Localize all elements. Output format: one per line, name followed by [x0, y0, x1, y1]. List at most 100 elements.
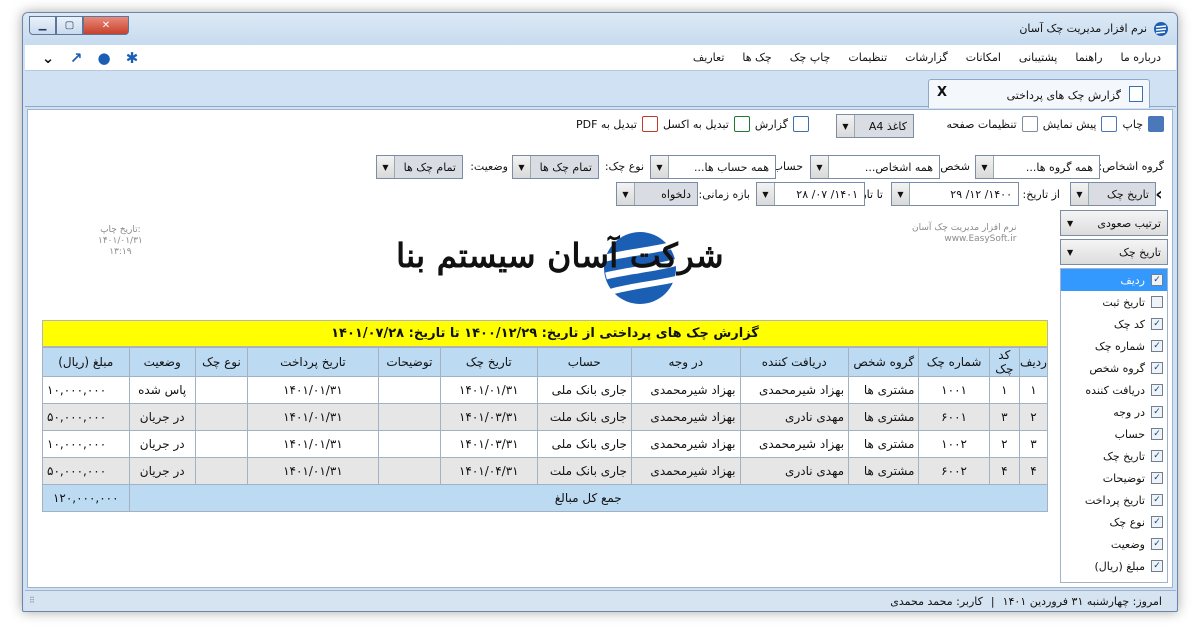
table-cell [377, 430, 442, 458]
status-select[interactable]: ▼ تمام چک ها [376, 155, 463, 179]
checkbox[interactable]: ✓ [1151, 406, 1163, 418]
tab-check-payments-report[interactable]: گزارش چک های پرداختی X [928, 79, 1150, 108]
chevron-down-icon[interactable]: ⌄ [39, 49, 57, 67]
chevron-down-icon: ▼ [1067, 219, 1074, 228]
column-option-label: در وجه [1113, 406, 1145, 419]
close-window-button[interactable]: ✕ [83, 16, 129, 35]
menu-icon-group: ⌄ ↗ ● ✱ [39, 49, 141, 67]
column-header: حساب [536, 347, 632, 377]
column-option[interactable]: ✓ تاریخ پرداخت [1061, 489, 1167, 511]
checkbox[interactable]: ✓ [1151, 274, 1163, 286]
total-label: جمع کل مبالغ [128, 484, 1049, 512]
column-option[interactable]: ✓ نوع چک [1061, 511, 1167, 533]
table-cell: ۱۰۰۲ [918, 430, 990, 458]
website: www.EasySoft.ir [944, 234, 1017, 244]
column-option-label: ردیف [1120, 274, 1145, 287]
close-tab-icon[interactable]: X [937, 85, 947, 100]
column-option[interactable]: تاریخ ثبت [1061, 291, 1167, 313]
menu-item-support[interactable]: پشتیبانی [1010, 51, 1066, 64]
gear-icon[interactable]: ✱ [123, 49, 141, 67]
account-select[interactable]: ▼ همه حساب ها... [650, 155, 776, 179]
from-date-label: از تاریخ: [1022, 188, 1060, 201]
checkbox[interactable]: ✓ [1151, 428, 1163, 440]
menu-item-print-check[interactable]: چاپ چک [781, 51, 840, 64]
checkbox[interactable]: ✓ [1151, 318, 1163, 330]
menu-item-about[interactable]: درباره ما [1112, 51, 1170, 64]
column-option-label: وضعیت [1110, 538, 1145, 551]
from-date-input[interactable]: ▼ ۱۴۰۰/ ۱۲/ ۲۹ [891, 182, 1019, 206]
print-button[interactable]: چاپ [1122, 118, 1143, 131]
person-group-select[interactable]: ▼ همه گروه ها... [975, 155, 1100, 179]
table-row[interactable]: ۲ ۳ ۶۰۰۱ مشتری ها مهدی نادری بهزاد شیرمحمدی جا… [42, 403, 1049, 431]
column-option-label: گروه شخص [1089, 362, 1145, 375]
table-cell: ۳ [988, 403, 1020, 431]
column-option[interactable]: ✓ تاریخ چک [1061, 445, 1167, 467]
checkbox[interactable]: ✓ [1151, 384, 1163, 396]
column-option[interactable]: ✓ شماره چک [1061, 335, 1167, 357]
table-cell: مهدی نادری [739, 457, 850, 485]
checkbox[interactable]: ✓ [1151, 340, 1163, 352]
checkbox[interactable]: ✓ [1151, 516, 1163, 528]
preview-button[interactable]: پیش نمایش [1043, 118, 1097, 131]
menu-item-help[interactable]: راهنما [1066, 51, 1111, 64]
check-type-select[interactable]: ▼ تمام چک ها [512, 155, 599, 179]
table-row[interactable]: ۳ ۲ ۱۰۰۲ مشتری ها بهزاد شیرمحمدی بهزاد شیرمحم… [42, 430, 1049, 458]
resize-grip-icon[interactable]: ⠿ [29, 596, 35, 605]
table-row[interactable]: ۱ ۱ ۱۰۰۱ مشتری ها بهزاد شیرمحمدی بهزاد شیرمحم… [42, 376, 1049, 404]
print-time: ۱۳:۱۹ [109, 247, 132, 257]
pdf-icon [641, 116, 658, 132]
chevron-down-icon: ▼ [811, 156, 829, 178]
column-option[interactable]: ✓ توضیحات [1061, 467, 1167, 489]
checkbox[interactable]: ✓ [1151, 362, 1163, 374]
chevron-down-icon: ▼ [513, 156, 531, 178]
menu-item-definitions[interactable]: تعاریف [684, 51, 733, 64]
table-header-row: ردیف کد چک شماره چک گروه شخص دریافت کننده در … [42, 347, 1049, 377]
minimize-button[interactable]: ▁ [29, 16, 56, 35]
column-option[interactable]: ✓ گروه شخص [1061, 357, 1167, 379]
page-settings-button[interactable]: تنظیمات صفحه [947, 118, 1017, 131]
table-cell [377, 457, 442, 485]
table-cell: ۱۴۰۱/۰۴/۳۱ [440, 457, 538, 485]
menu-item-settings[interactable]: تنظیمات [839, 51, 896, 64]
table-cell: ۱ [988, 376, 1020, 404]
to-date-input[interactable]: ▼ ۱۴۰۱/ ۰۷/ ۲۸ [756, 182, 865, 206]
checkbox[interactable]: ✓ [1151, 560, 1163, 572]
column-option[interactable]: ✓ دریافت کننده [1061, 379, 1167, 401]
pdf-export-button[interactable]: تبدیل به PDF [576, 118, 637, 131]
excel-export-button[interactable]: تبدیل به اکسل [663, 118, 729, 131]
table-row[interactable]: ۴ ۴ ۶۰۰۲ مشتری ها مهدی نادری بهزاد شیرمحمدی جا… [42, 457, 1049, 485]
arrow-icon[interactable]: ↗ [67, 49, 85, 67]
column-option[interactable]: ✓ مبلغ (ریال) [1061, 555, 1167, 577]
sort-order-select[interactable]: ترتیب صعودی ▼ [1060, 210, 1168, 236]
column-option[interactable]: ✓ حساب [1061, 423, 1167, 445]
column-header: گروه شخص [848, 347, 920, 377]
checkbox[interactable]: ✓ [1151, 494, 1163, 506]
maximize-button[interactable]: ▢ [56, 16, 83, 35]
person-select[interactable]: ▼ همه اشخاص... [810, 155, 940, 179]
column-option[interactable]: ✓ کد چک [1061, 313, 1167, 335]
range-select[interactable]: ▼ دلخواه [616, 182, 698, 206]
column-header: تاریخ چک [440, 347, 538, 377]
table-cell: بهزاد شیرمحمدی [739, 376, 850, 404]
menu-item-features[interactable]: امکانات [957, 51, 1010, 64]
column-option[interactable]: ✓ در وجه [1061, 401, 1167, 423]
paper-size-select[interactable]: ▼ کاغذ A4 [836, 114, 914, 138]
checkbox[interactable]: ✓ [1151, 450, 1163, 462]
column-header: شماره چک [918, 347, 990, 377]
column-option[interactable]: ✓ وضعیت [1061, 533, 1167, 555]
checkbox[interactable]: ✓ [1151, 472, 1163, 484]
table-cell [194, 376, 249, 404]
date-field-select[interactable]: ▼ تاریخ چک [1070, 182, 1156, 206]
column-option[interactable]: ✓ ردیف [1061, 269, 1167, 291]
table-cell: در جریان [128, 403, 196, 431]
menu-bar: تعاریف چک ها چاپ چک تنظیمات گزارشات امکا… [25, 45, 1176, 71]
report-button[interactable]: گزارش [755, 118, 788, 131]
user-icon[interactable]: ● [95, 49, 113, 67]
menu-item-checks[interactable]: چک ها [733, 51, 780, 64]
checkbox[interactable]: ✓ [1151, 538, 1163, 550]
sort-field-select[interactable]: تاریخ چک ▼ [1060, 239, 1168, 265]
menu-item-reports[interactable]: گزارشات [896, 51, 957, 64]
range-label: بازه زمانی: [698, 188, 750, 201]
checkbox[interactable] [1151, 296, 1163, 308]
column-header: تاریخ پرداخت [247, 347, 379, 377]
